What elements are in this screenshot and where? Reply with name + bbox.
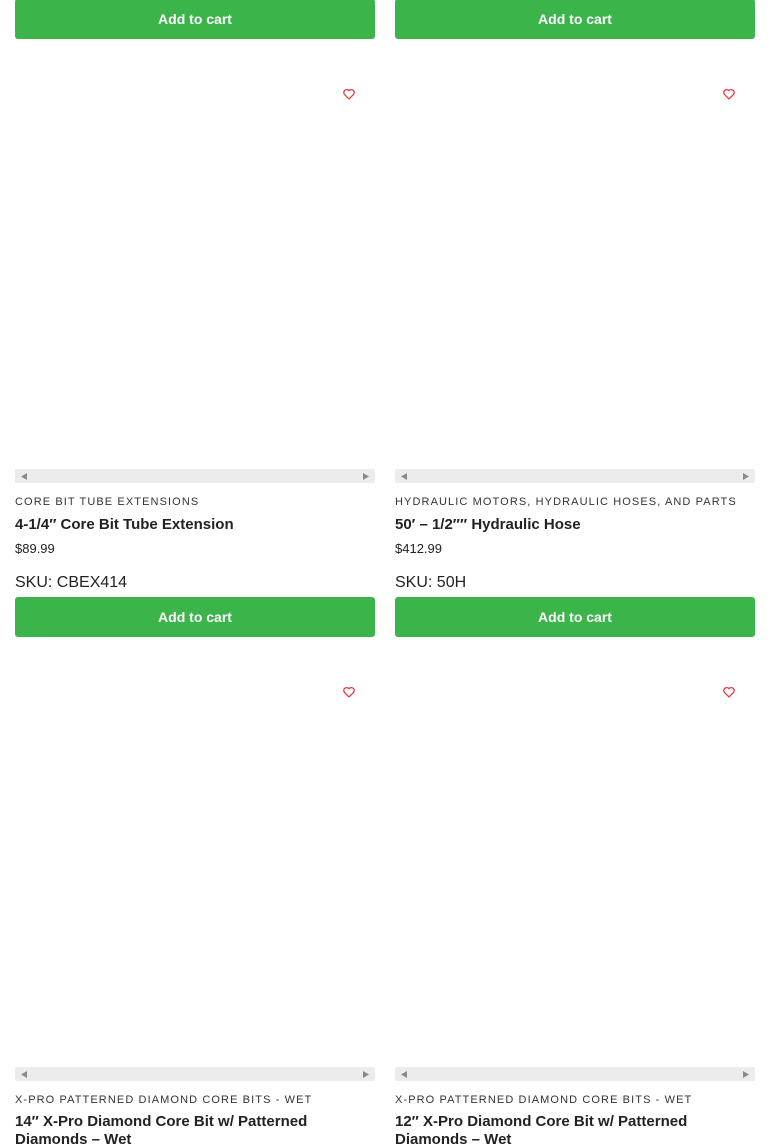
- product-sku: SKU: 50H: [395, 574, 467, 591]
- product-card: CORE BIT TUBE EXTENSIONS 4-1/4″ Core Bit…: [15, 69, 375, 637]
- image-scrollbar[interactable]: [15, 469, 375, 483]
- product-image[interactable]: [395, 69, 755, 469]
- product-card: X-PRO PATTERNED DIAMOND CORE BITS - WET …: [395, 667, 755, 1147]
- add-to-cart-button[interactable]: Add to cart: [15, 0, 375, 39]
- triangle-left-icon[interactable]: [397, 469, 411, 483]
- product-price: $412.99: [395, 541, 442, 556]
- triangle-right-icon[interactable]: [359, 469, 373, 483]
- wishlist-heart-icon[interactable]: [718, 681, 740, 703]
- triangle-right-icon[interactable]: [739, 1067, 753, 1081]
- product-category[interactable]: X-PRO PATTERNED DIAMOND CORE BITS - WET: [15, 1094, 312, 1106]
- triangle-right-icon[interactable]: [739, 469, 753, 483]
- product-grid-page: Add to cart Add to cart CORE BIT TUBE EX…: [0, 0, 770, 1147]
- wishlist-heart-icon[interactable]: [338, 83, 360, 105]
- product-title[interactable]: 12″ X-Pro Diamond Core Bit w/ Patterned …: [395, 1113, 755, 1147]
- product-title[interactable]: 14″ X-Pro Diamond Core Bit w/ Patterned …: [15, 1113, 375, 1147]
- product-card: HYDRAULIC MOTORS, HYDRAULIC HOSES, AND P…: [395, 69, 755, 637]
- image-scrollbar[interactable]: [395, 469, 755, 483]
- add-to-cart-button[interactable]: Add to cart: [15, 597, 375, 637]
- image-scrollbar[interactable]: [395, 1067, 755, 1081]
- product-title[interactable]: 50′ – 1/2″″ Hydraulic Hose: [395, 516, 755, 534]
- triangle-left-icon[interactable]: [17, 1067, 31, 1081]
- triangle-left-icon[interactable]: [397, 1067, 411, 1081]
- product-title[interactable]: 4-1/4″ Core Bit Tube Extension: [15, 516, 375, 534]
- product-image[interactable]: [15, 667, 375, 1067]
- product-category[interactable]: CORE BIT TUBE EXTENSIONS: [15, 496, 199, 508]
- product-sku: SKU: CBEX414: [15, 574, 128, 591]
- triangle-left-icon[interactable]: [17, 469, 31, 483]
- product-price: $89.99: [15, 541, 55, 556]
- product-category[interactable]: X-PRO PATTERNED DIAMOND CORE BITS - WET: [395, 1094, 692, 1106]
- triangle-right-icon[interactable]: [359, 1067, 373, 1081]
- product-card: X-PRO PATTERNED DIAMOND CORE BITS - WET …: [15, 667, 375, 1147]
- product-category[interactable]: HYDRAULIC MOTORS, HYDRAULIC HOSES, AND P…: [395, 496, 737, 508]
- image-scrollbar[interactable]: [15, 1067, 375, 1081]
- wishlist-heart-icon[interactable]: [338, 681, 360, 703]
- product-image[interactable]: [15, 69, 375, 469]
- add-to-cart-button[interactable]: Add to cart: [395, 0, 755, 39]
- wishlist-heart-icon[interactable]: [718, 83, 740, 105]
- product-image[interactable]: [395, 667, 755, 1067]
- add-to-cart-button[interactable]: Add to cart: [395, 597, 755, 637]
